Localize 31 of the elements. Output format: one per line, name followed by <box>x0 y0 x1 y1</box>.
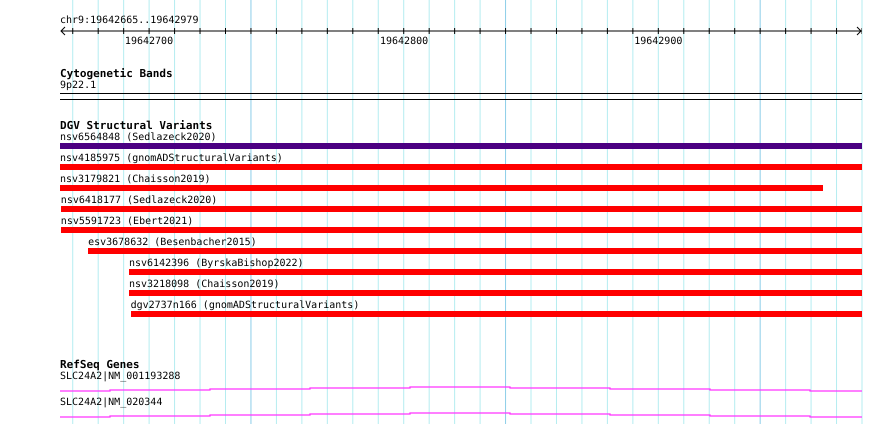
gene-line[interactable] <box>60 385 862 393</box>
variant-bar[interactable] <box>128 290 862 296</box>
scale-tick-label: 19642900 <box>634 36 682 48</box>
variant-bar[interactable] <box>60 227 862 233</box>
variant-bar[interactable] <box>60 206 862 212</box>
variant-label[interactable]: nsv3179821 (Chaisson2019) <box>60 174 211 185</box>
scale-tick-label: 19642800 <box>380 36 428 48</box>
gene-label[interactable]: SLC24A2|NM_020344 <box>60 397 162 409</box>
track-title: RefSeq Genes <box>60 359 140 371</box>
track-title: DGV Structural Variants <box>60 120 212 132</box>
variant-bar[interactable] <box>60 143 862 149</box>
variant-label[interactable]: nsv4185975 (gnomADStructuralVariants) <box>60 153 283 164</box>
variant-bar[interactable] <box>60 164 862 170</box>
variant-label[interactable]: nsv6564848 (Sedlazeck2020) <box>60 132 217 143</box>
variant-bar[interactable] <box>88 248 862 254</box>
gene-line[interactable] <box>60 411 862 419</box>
gene-label[interactable]: SLC24A2|NM_001193288 <box>60 371 180 383</box>
band-label[interactable]: 9p22.1 <box>60 80 96 92</box>
band-line[interactable] <box>60 93 862 94</box>
variant-bar[interactable] <box>60 185 823 191</box>
variant-label[interactable]: dgv2737n166 (gnomADStructuralVariants) <box>130 300 360 311</box>
scale-tick-label: 19642700 <box>124 36 174 48</box>
variant-label[interactable]: nsv6418177 (Sedlazeck2020) <box>60 195 218 206</box>
location-label: chr9:19642665..19642979 <box>60 14 198 27</box>
variant-label[interactable]: nsv6142396 (ByrskaBishop2022) <box>128 258 304 269</box>
track-title: Cytogenetic Bands <box>60 68 173 80</box>
variant-label[interactable]: nsv5591723 (Ebert2021) <box>60 216 194 227</box>
variant-bar[interactable] <box>130 311 862 317</box>
variant-bar[interactable] <box>128 269 862 275</box>
variant-label[interactable]: esv3678632 (Besenbacher2015) <box>88 237 257 248</box>
variant-label[interactable]: nsv3218098 (Chaisson2019) <box>128 279 280 290</box>
